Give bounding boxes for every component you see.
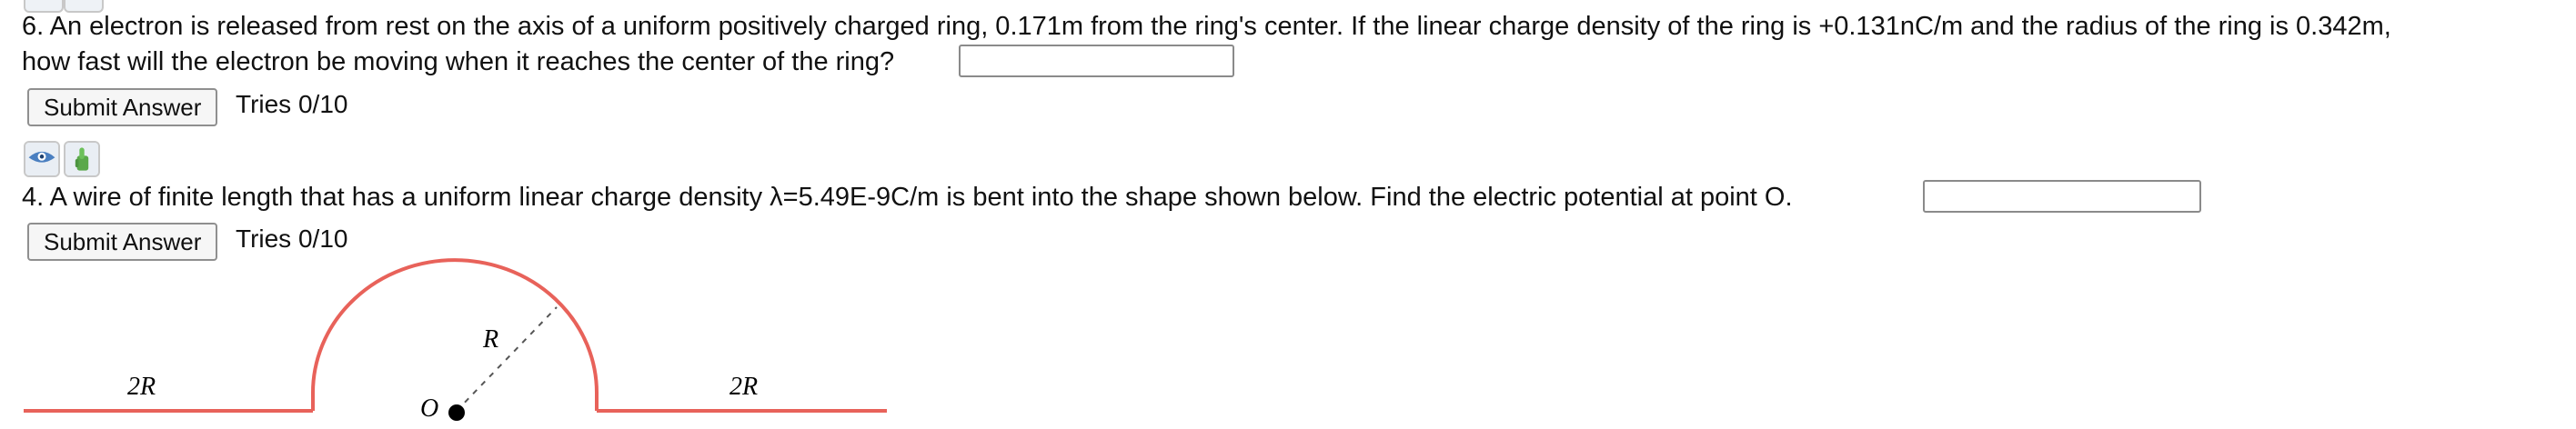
question-4-tries: Tries 0/10 xyxy=(236,224,348,253)
question-4-text: 4. A wire of finite length that has a un… xyxy=(22,183,1793,212)
question-6-submit-button[interactable]: Submit Answer xyxy=(27,88,218,126)
point-o-dot xyxy=(448,404,465,421)
question-6-text-line2: how fast will the electron be moving whe… xyxy=(22,47,895,76)
question-6-tries: Tries 0/10 xyxy=(236,90,348,118)
left-length-label: 2R xyxy=(127,373,156,401)
question-6-answer-input[interactable] xyxy=(959,45,1234,77)
hint-icon[interactable] xyxy=(64,141,100,177)
discussion-icon[interactable] xyxy=(24,141,60,177)
radius-label: R xyxy=(482,325,498,354)
question-4-answer-input[interactable] xyxy=(1923,180,2201,213)
question-6-text-line1: 6. An electron is released from rest on … xyxy=(22,12,2391,41)
radius-dashed-line xyxy=(456,306,558,412)
question-4-submit-button[interactable]: Submit Answer xyxy=(27,223,218,261)
wire-semicircle xyxy=(311,258,599,411)
wire-figure: 2R 2R R O xyxy=(24,258,887,423)
point-o-label: O xyxy=(420,394,438,423)
right-length-label: 2R xyxy=(730,373,758,401)
